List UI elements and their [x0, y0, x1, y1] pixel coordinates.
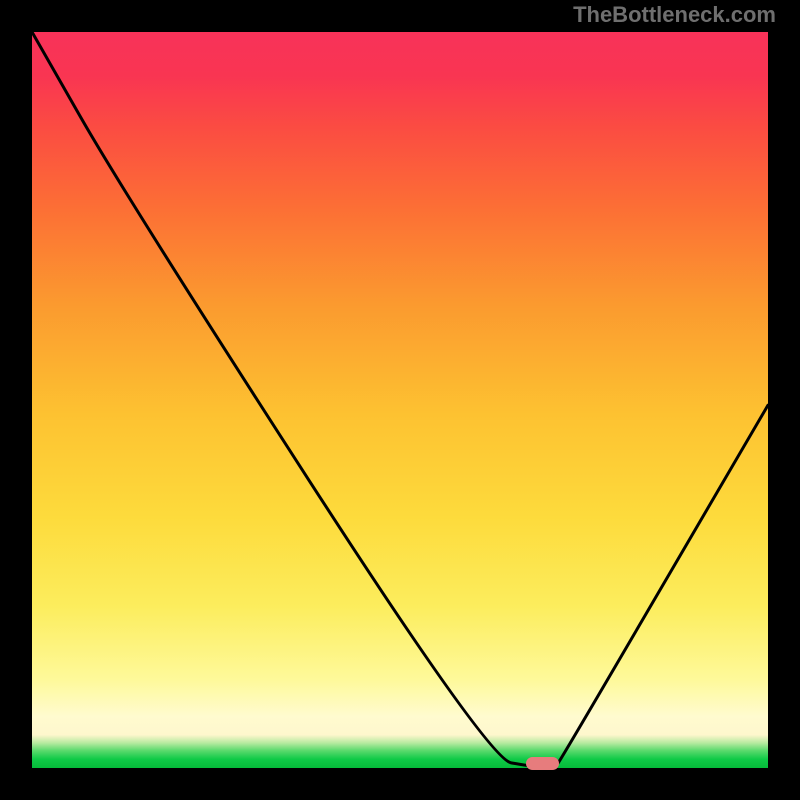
chart-frame: TheBottleneck.com: [0, 0, 800, 800]
optimal-marker: [526, 757, 559, 770]
chart-plot-area: [32, 32, 768, 768]
bottleneck-curve: [32, 32, 768, 768]
watermark-text: TheBottleneck.com: [573, 2, 776, 28]
